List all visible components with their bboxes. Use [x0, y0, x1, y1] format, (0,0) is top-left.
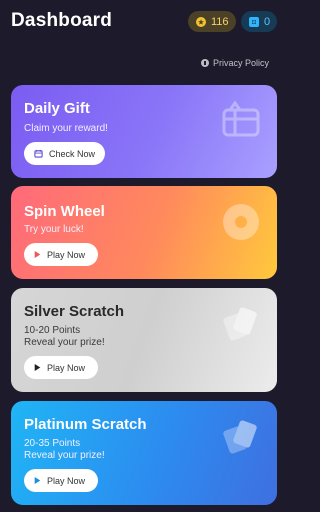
silver-scratch-subtitle: Reveal your prize!	[24, 337, 105, 348]
calendar-icon	[34, 149, 43, 158]
spin-play-now-label: Play Now	[47, 249, 86, 260]
gems-balance[interactable]: 0	[241, 11, 277, 32]
platinum-play-now-button[interactable]: Play Now	[24, 469, 98, 492]
spin-wheel-title: Spin Wheel	[24, 203, 105, 220]
daily-gift-card[interactable]: Daily Gift Claim your reward! Check Now	[11, 85, 277, 178]
silver-play-now-button[interactable]: Play Now	[24, 356, 98, 379]
app-header: Dashboard 116 0	[0, 0, 288, 44]
silver-scratch-points: 10-20 Points	[24, 325, 81, 336]
play-icon	[34, 364, 41, 371]
check-now-label: Check Now	[49, 148, 96, 159]
spin-play-now-button[interactable]: Play Now	[24, 243, 98, 266]
daily-gift-subtitle: Claim your reward!	[24, 123, 108, 134]
gems-count: 0	[264, 15, 271, 28]
privacy-policy-link[interactable]: Privacy Policy	[200, 58, 269, 68]
platinum-scratch-points: 20-35 Points	[24, 438, 81, 449]
silver-play-now-label: Play Now	[47, 362, 86, 373]
play-icon	[34, 251, 41, 258]
coin-icon	[196, 16, 206, 27]
wheel-icon	[223, 204, 259, 240]
privacy-policy-label: Privacy Policy	[212, 58, 269, 68]
page-title: Dashboard	[11, 10, 113, 31]
spin-wheel-card[interactable]: Spin Wheel Try your luck! Play Now	[11, 186, 277, 279]
silver-scratch-card[interactable]: Silver Scratch 10-20 Points Reveal your …	[11, 288, 277, 392]
silver-scratch-title: Silver Scratch	[24, 303, 125, 320]
gem-icon	[249, 16, 259, 27]
coins-balance[interactable]: 116	[188, 11, 236, 32]
scratch-card-icon	[223, 307, 257, 341]
scratch-card-icon	[223, 420, 257, 454]
platinum-scratch-title: Platinum Scratch	[24, 416, 147, 433]
platinum-play-now-label: Play Now	[47, 475, 86, 486]
info-icon	[200, 59, 209, 67]
platinum-scratch-subtitle: Reveal your prize!	[24, 450, 105, 461]
platinum-scratch-card[interactable]: Platinum Scratch 20-35 Points Reveal you…	[11, 401, 277, 505]
play-icon	[34, 477, 41, 484]
gift-icon	[222, 101, 260, 137]
coins-count: 116	[211, 15, 229, 28]
daily-gift-title: Daily Gift	[24, 100, 90, 117]
spin-wheel-subtitle: Try your luck!	[24, 224, 84, 235]
check-now-button[interactable]: Check Now	[24, 142, 105, 165]
